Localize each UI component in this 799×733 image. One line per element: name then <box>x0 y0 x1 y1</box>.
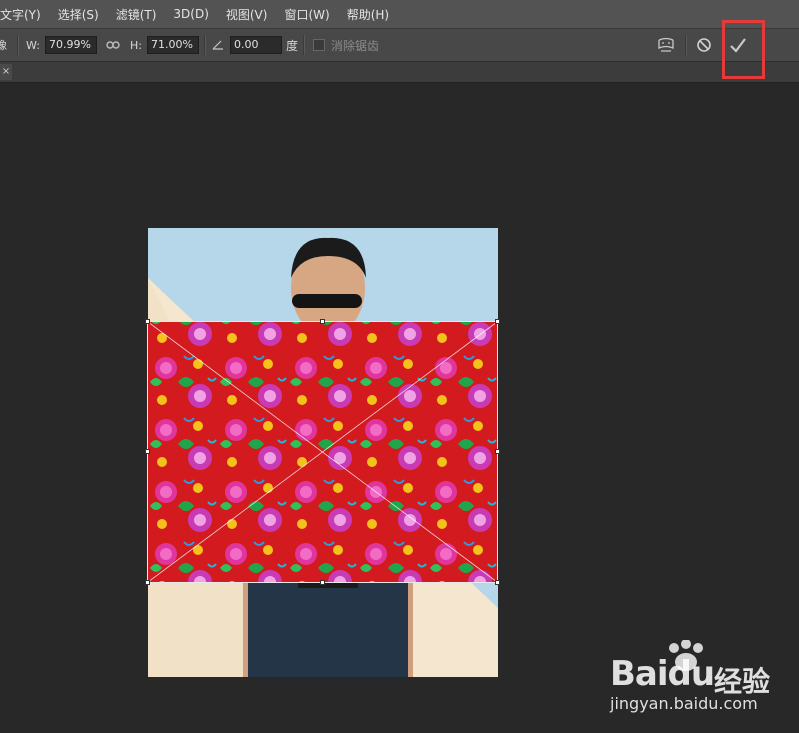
transform-handle-bottom[interactable] <box>320 580 325 585</box>
antialias-checkbox[interactable] <box>313 39 325 51</box>
watermark-logo: Baidu <box>610 654 716 694</box>
transform-handle-left[interactable] <box>145 449 150 454</box>
height-group: H: 71.00% <box>130 29 199 61</box>
menu-filter[interactable]: 滤镜(T) <box>108 6 166 23</box>
cancel-transform-icon <box>697 38 711 52</box>
rotate-group: 0.00 度 <box>212 29 298 61</box>
reference-point-label-wrap: 像 <box>0 29 7 61</box>
width-label: W: <box>26 38 40 52</box>
width-input[interactable]: 70.99% <box>44 36 97 54</box>
warp-mode-icon <box>658 37 674 52</box>
watermark-logo-bai: Bai <box>610 654 669 694</box>
warp-mode-button[interactable] <box>656 29 676 61</box>
options-divider <box>17 35 19 55</box>
menu-select[interactable]: 选择(S) <box>50 6 108 23</box>
watermark-logo-du: du <box>667 654 716 694</box>
cancel-transform-button[interactable] <box>696 29 712 61</box>
menu-bar: 文字(Y) 选择(S) 滤镜(T) 3D(D) 视图(V) 窗口(W) 帮助(H… <box>0 0 799 28</box>
rotate-angle-icon <box>212 40 223 50</box>
reference-point-label: 像 <box>0 39 7 52</box>
antialias-group: 消除锯齿 <box>313 29 379 61</box>
height-label: H: <box>130 38 142 52</box>
commit-button-highlight <box>722 20 765 79</box>
height-input[interactable]: 71.00% <box>146 36 199 54</box>
width-group: W: 70.99% <box>26 29 97 61</box>
transform-handle-top[interactable] <box>320 319 325 324</box>
antialias-label: 消除锯齿 <box>331 38 380 53</box>
document-tab-close-button[interactable]: × <box>0 64 12 80</box>
menu-window[interactable]: 窗口(W) <box>276 6 338 23</box>
options-bar: 像 W: 70.99% H: 71.00% 0.00 度 消除锯齿 <box>0 28 799 62</box>
menu-3d[interactable]: 3D(D) <box>165 7 217 21</box>
transform-handle-right[interactable] <box>495 449 500 454</box>
options-divider <box>204 35 206 55</box>
transform-handle-bottom-right[interactable] <box>495 580 500 585</box>
options-divider <box>685 35 687 55</box>
link-dimensions-button[interactable] <box>106 29 120 61</box>
transform-handle-bottom-left[interactable] <box>145 580 150 585</box>
rotate-angle-input[interactable]: 0.00 <box>230 36 282 54</box>
rotate-angle-unit: 度 <box>286 38 299 53</box>
transform-handle-top-right[interactable] <box>495 319 500 324</box>
transform-handle-top-left[interactable] <box>145 319 150 324</box>
menu-help[interactable]: 帮助(H) <box>339 6 398 23</box>
menu-type[interactable]: 文字(Y) <box>0 6 50 23</box>
document-tab-strip: × <box>0 62 799 83</box>
link-chain-icon <box>106 41 120 49</box>
watermark-url: jingyan.baidu.com <box>610 694 758 713</box>
baidu-jingyan-watermark: Baidu 经验 jingyan.baidu.com <box>610 640 790 715</box>
free-transform-bounding-box[interactable] <box>145 319 500 585</box>
options-divider <box>303 35 305 55</box>
menu-view[interactable]: 视图(V) <box>218 6 277 23</box>
